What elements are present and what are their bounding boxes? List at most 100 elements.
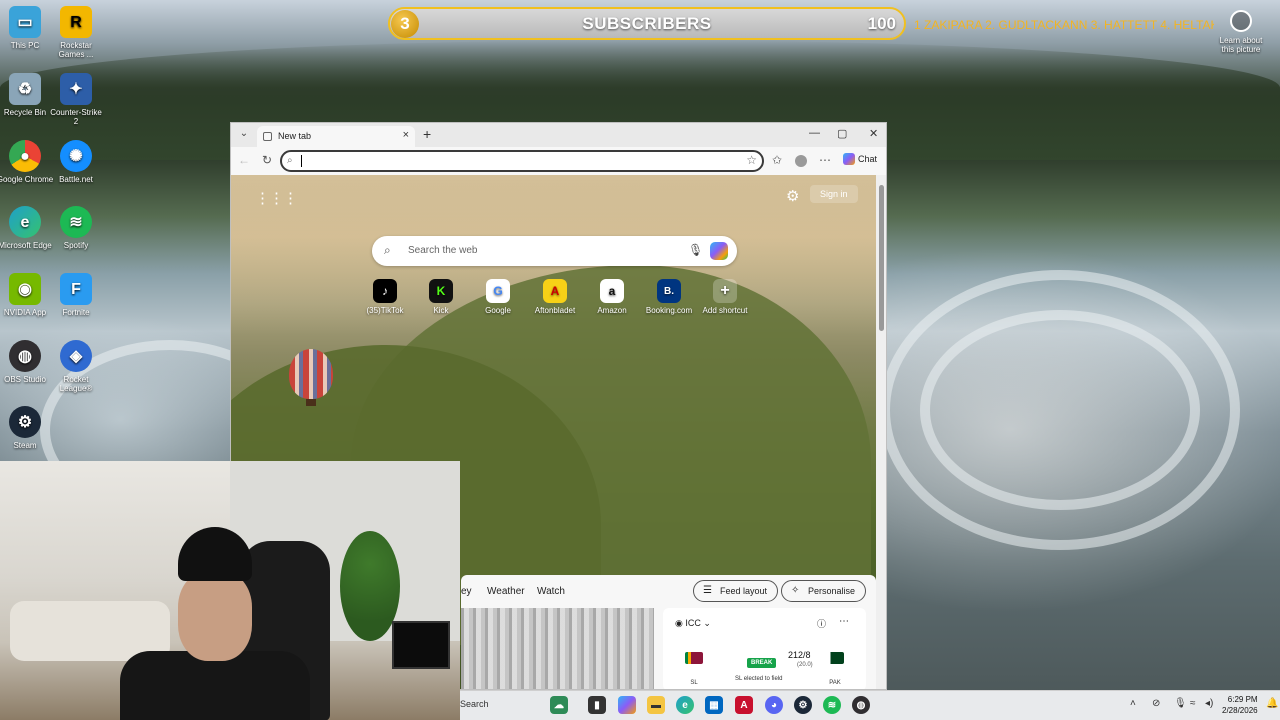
learn-about-picture[interactable]: Learn about this picture bbox=[1214, 10, 1268, 54]
apps-grid-icon[interactable]: ⋮⋮⋮ bbox=[255, 189, 298, 207]
desktop-icon-recycle-bin[interactable]: ♻ Recycle Bin bbox=[0, 73, 54, 117]
shortcut-google[interactable]: G Google bbox=[470, 279, 526, 315]
add-shortcut-button[interactable]: + Add shortcut bbox=[697, 279, 753, 315]
feed-tab-money[interactable]: ey bbox=[461, 586, 472, 597]
spotify-icon[interactable]: ≋ bbox=[823, 696, 841, 714]
tiktok-icon: ♪ bbox=[373, 279, 397, 303]
microsoft-store-icon[interactable]: ▦ bbox=[705, 696, 723, 714]
edge-icon[interactable]: e bbox=[676, 696, 694, 714]
maximize-icon[interactable]: ▢ bbox=[837, 127, 847, 140]
task-view-icon[interactable]: ▮ bbox=[588, 696, 606, 714]
chrome-icon: ● bbox=[9, 140, 41, 172]
shortcut-amazon[interactable]: a Amazon bbox=[584, 279, 640, 315]
taskbar-search[interactable]: Search bbox=[460, 699, 489, 709]
copilot-icon[interactable] bbox=[710, 242, 728, 260]
copilot-icon bbox=[843, 153, 855, 165]
shortcut-kick[interactable]: K Kick bbox=[413, 279, 469, 315]
subscriber-goal-bar: 3 SUBSCRIBERS 100 bbox=[388, 7, 906, 40]
monitor-icon: ▭ bbox=[9, 6, 41, 38]
shortcut-tiktok[interactable]: ♪ (35)TikTok bbox=[357, 279, 413, 315]
back-arrow-icon[interactable]: ← bbox=[238, 153, 250, 167]
text-caret bbox=[301, 155, 302, 167]
microphone-icon[interactable]: 🎙 bbox=[1174, 698, 1187, 709]
copilot-icon[interactable] bbox=[618, 696, 636, 714]
tab-actions-chevron-icon[interactable]: ⌄ bbox=[237, 128, 251, 142]
desktop-icon-nvidia[interactable]: ◉ NVIDIA App bbox=[0, 273, 54, 317]
webcam-streamer-hoodie bbox=[120, 651, 310, 720]
favorite-star-icon[interactable]: ☆ bbox=[746, 153, 757, 167]
taskbar-widget-icon[interactable]: ☁ bbox=[550, 696, 568, 714]
news-card-image[interactable] bbox=[461, 608, 654, 689]
notification-bell-icon[interactable]: 🔔 bbox=[1266, 698, 1278, 709]
camera-icon bbox=[1230, 10, 1252, 32]
layout-icon: ☰ bbox=[703, 585, 712, 596]
microphone-icon[interactable]: 🎙 bbox=[688, 243, 703, 257]
desktop-icon-steam[interactable]: ⚙ Steam bbox=[0, 406, 54, 450]
desktop-icon-spotify[interactable]: ≋ Spotify bbox=[47, 206, 105, 250]
file-explorer-icon[interactable]: ▬ bbox=[647, 696, 665, 714]
desktop-icon-rocket-league[interactable]: ◈ Rocket League® bbox=[47, 340, 105, 393]
minimize-icon[interactable]: — bbox=[809, 127, 820, 139]
desktop-icon-edge[interactable]: e Microsoft Edge bbox=[0, 206, 54, 250]
search-icon: ⌕ bbox=[384, 243, 391, 257]
refresh-icon[interactable]: ↻ bbox=[262, 153, 272, 167]
scrollbar-thumb[interactable] bbox=[879, 185, 884, 331]
web-search-box[interactable]: ⌕ Search the web 🎙 bbox=[372, 236, 737, 266]
search-placeholder: Search the web bbox=[408, 245, 478, 256]
desktop-icon-this-pc[interactable]: ▭ This PC bbox=[0, 6, 54, 50]
page-scrollbar[interactable] bbox=[876, 175, 886, 689]
desktop-icon-fortnite[interactable]: F Fortnite bbox=[47, 273, 105, 317]
desktop-icon-chrome[interactable]: ● Google Chrome bbox=[0, 140, 54, 184]
shortcut-booking[interactable]: B. Booking.com bbox=[641, 279, 697, 315]
close-window-icon[interactable]: ✕ bbox=[869, 127, 878, 140]
webcam-plant bbox=[340, 531, 400, 641]
desktop-icon-battlenet[interactable]: ✺ Battle.net bbox=[47, 140, 105, 184]
cricket-score-card[interactable]: ◉ ICC ⌄ ⓘ ⋯ SL BREAK 212/8 (20.0) PAK SL… bbox=[663, 608, 866, 689]
tab-new-tab[interactable]: New tab × bbox=[257, 126, 415, 147]
browser-toolbar: ← ↻ ⌕ ☆ ✩ ⋯ Chat bbox=[231, 147, 886, 175]
sign-in-button[interactable]: Sign in bbox=[810, 185, 858, 203]
match-status-badge: BREAK bbox=[747, 658, 777, 668]
volume-icon[interactable]: ◂) bbox=[1205, 698, 1213, 709]
more-options-icon[interactable]: ⋯ bbox=[839, 616, 849, 627]
webcam-overlay bbox=[0, 461, 460, 720]
feed-layout-button[interactable]: ☰ Feed layout bbox=[693, 580, 779, 602]
match-score: 212/8 bbox=[788, 650, 811, 660]
network-icon[interactable]: ⊘ bbox=[1152, 698, 1160, 709]
address-bar[interactable]: ⌕ ☆ bbox=[280, 150, 764, 172]
obs-icon[interactable]: ◍ bbox=[852, 696, 870, 714]
more-options-icon[interactable]: ⋯ bbox=[819, 153, 831, 167]
desktop-icon-rockstar[interactable]: R Rockstar Games ... bbox=[47, 6, 105, 59]
amazon-icon: a bbox=[600, 279, 624, 303]
sparkle-icon: ✧ bbox=[791, 585, 800, 596]
new-tab-button[interactable]: + bbox=[423, 126, 431, 142]
wifi-icon[interactable]: ≈ bbox=[1190, 698, 1196, 709]
discord-icon[interactable]: ◕ bbox=[765, 696, 783, 714]
shortcut-tiles: ♪ (35)TikTok K Kick G Google A Aftonblad… bbox=[366, 279, 767, 319]
close-tab-icon[interactable]: × bbox=[403, 129, 409, 141]
feed-tab-weather[interactable]: Weather bbox=[487, 586, 525, 597]
profile-avatar-icon[interactable] bbox=[795, 155, 807, 167]
desktop-icon-counter-strike[interactable]: ✦ Counter-Strike 2 bbox=[47, 73, 105, 126]
adobe-icon[interactable]: A bbox=[735, 696, 753, 714]
feed-tab-watch[interactable]: Watch bbox=[537, 586, 565, 597]
subscriber-label: SUBSCRIBERS bbox=[582, 14, 712, 33]
personalise-button[interactable]: ✧ Personalise bbox=[781, 580, 867, 602]
search-icon: ⌕ bbox=[287, 155, 293, 166]
subscriber-goal: 100 bbox=[867, 14, 896, 33]
gear-icon[interactable]: ⚙ bbox=[786, 187, 799, 205]
favorites-icon[interactable]: ✩ bbox=[772, 153, 782, 167]
cricket-series-selector[interactable]: ◉ ICC ⌄ bbox=[675, 618, 711, 629]
copilot-chat-button[interactable]: Chat bbox=[843, 153, 877, 165]
info-icon[interactable]: ⓘ bbox=[817, 617, 826, 630]
desktop-icon-obs[interactable]: ◍ OBS Studio bbox=[0, 340, 54, 384]
tab-strip: ⌄ New tab × + — ▢ ✕ bbox=[231, 123, 886, 147]
tray-overflow-chevron-icon[interactable]: ˄ bbox=[1130, 698, 1136, 709]
taskbar-clock[interactable]: 6:29 PM 2/28/2026 bbox=[1222, 694, 1258, 716]
steam-icon: ⚙ bbox=[9, 406, 41, 438]
rocket-league-icon: ◈ bbox=[60, 340, 92, 372]
steam-icon[interactable]: ⚙ bbox=[794, 696, 812, 714]
cricket-icon: ◉ bbox=[675, 618, 686, 628]
shortcut-aftonbladet[interactable]: A Aftonbladet bbox=[527, 279, 583, 315]
nvidia-icon: ◉ bbox=[9, 273, 41, 305]
